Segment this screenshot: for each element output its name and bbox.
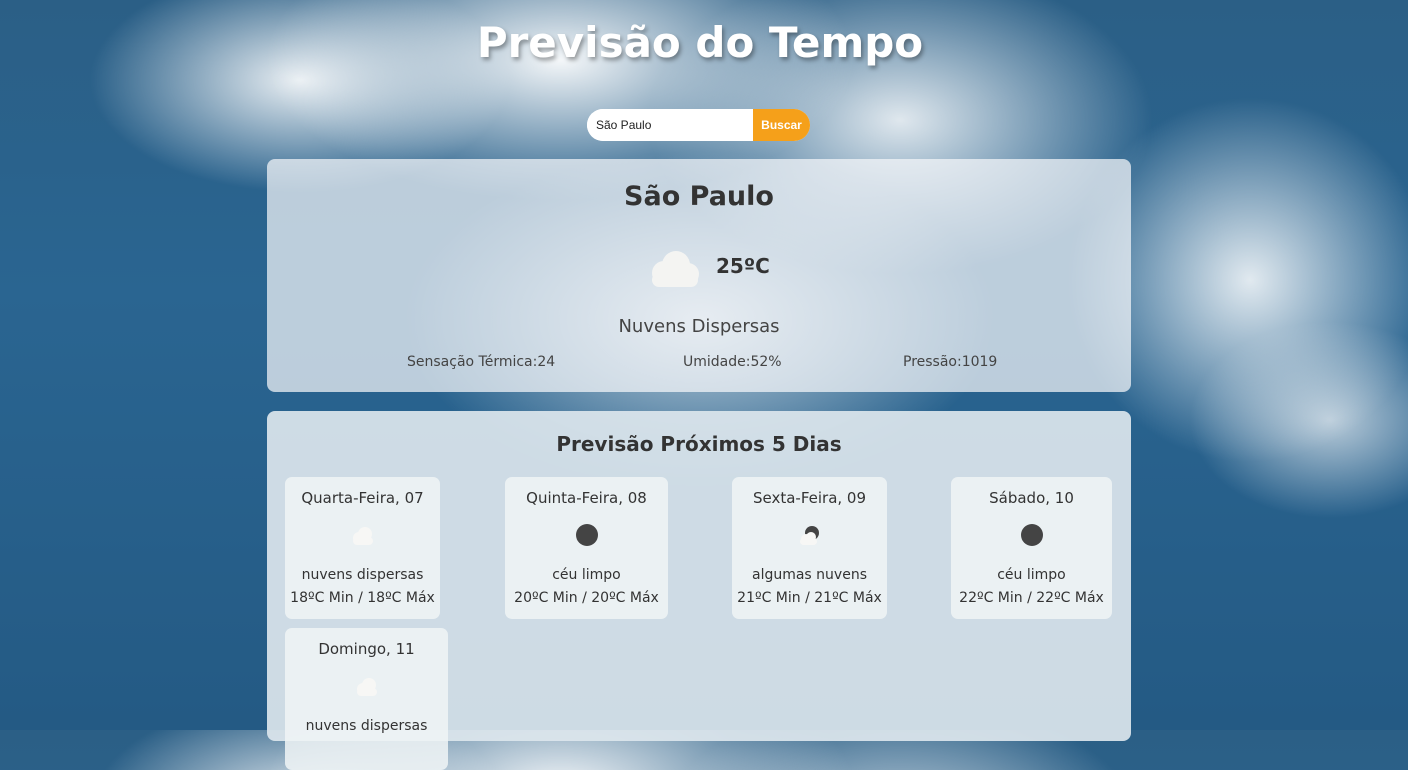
forecast-day-range: 21ºC Min / 21ºC Máx: [737, 590, 882, 606]
city-name: São Paulo: [624, 181, 774, 212]
forecast-day: Sexta-Feira, 09 algumas nuvens 21ºC Min …: [732, 477, 887, 619]
cloud-icon: [352, 527, 373, 545]
forecast-day-description: nuvens dispersas: [301, 567, 424, 583]
forecast-card: Previsão Próximos 5 Dias Quarta-Feira, 0…: [267, 411, 1131, 770]
clear-sky-icon: [575, 524, 598, 546]
feels-like: Sensação Térmica:24: [407, 354, 556, 370]
humidity: Umidade:52%: [683, 354, 782, 370]
few-clouds-icon: [799, 526, 819, 545]
current-weather-card: São Paulo 25ºC Nuvens Dispersas Sensação…: [267, 159, 1131, 392]
forecast-day: Domingo, 11 nuvens dispersas: [285, 628, 448, 770]
forecast-day: Quinta-Feira, 08 céu limpo 20ºC Min / 20…: [505, 477, 668, 619]
forecast-day-name: Sexta-Feira, 09: [752, 489, 867, 507]
forecast-day-description: céu limpo: [997, 567, 1066, 583]
clear-sky-icon: [1020, 524, 1043, 546]
forecast-day-name: Domingo, 11: [318, 640, 415, 658]
page-title: Previsão do Tempo: [476, 18, 924, 67]
search-bar: Buscar: [587, 109, 810, 141]
forecast-day-range: 20ºC Min / 20ºC Máx: [514, 590, 659, 606]
weather-description: Nuvens Dispersas: [618, 316, 780, 337]
forecast-day-range: 22ºC Min / 22ºC Máx: [959, 590, 1104, 606]
current-temperature: 25ºC: [716, 254, 770, 278]
city-search-input[interactable]: [587, 109, 753, 141]
forecast-day-name: Quinta-Feira, 08: [526, 489, 647, 507]
forecast-day-description: nuvens dispersas: [305, 718, 428, 734]
forecast-day-range: 18ºC Min / 18ºC Máx: [290, 590, 435, 606]
pressure: Pressão:1019: [903, 354, 998, 370]
cloud-icon: [652, 251, 699, 287]
forecast-day: Sábado, 10 céu limpo 22ºC Min / 22ºC Máx: [951, 477, 1112, 619]
forecast-day-description: céu limpo: [552, 567, 621, 583]
forecast-day-name: Quarta-Feira, 07: [301, 489, 424, 507]
cloud-icon: [356, 678, 377, 696]
forecast-day-name: Sábado, 10: [989, 489, 1074, 507]
forecast-day-description: algumas nuvens: [751, 567, 867, 583]
forecast-day: Quarta-Feira, 07 nuvens dispersas 18ºC M…: [285, 477, 440, 619]
search-button[interactable]: Buscar: [753, 109, 810, 141]
forecast-title: Previsão Próximos 5 Dias: [556, 432, 842, 456]
